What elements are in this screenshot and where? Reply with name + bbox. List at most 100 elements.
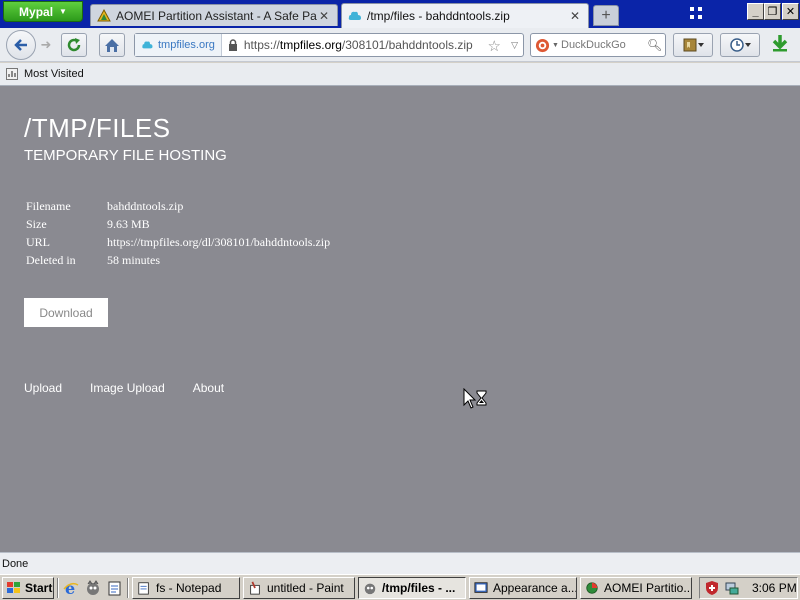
site-identity-label: tmpfiles.org xyxy=(158,39,215,51)
taskbar-button-paint[interactable]: untitled - Paint xyxy=(243,577,355,599)
file-info-row: Filename bahddntools.zip xyxy=(26,199,330,217)
aomei-icon xyxy=(97,8,111,23)
bookmarks-button[interactable] xyxy=(673,33,713,57)
clock[interactable]: 3:06 PM xyxy=(752,581,797,595)
caret-down-icon: ▼ xyxy=(59,7,67,16)
paint-icon xyxy=(247,580,263,596)
file-info-label: URL xyxy=(26,235,50,249)
network-icon[interactable] xyxy=(724,580,740,596)
site-identity-box[interactable]: tmpfiles.org xyxy=(135,34,222,56)
file-info-label: Deleted in xyxy=(26,253,76,267)
search-bar[interactable]: ▼ DuckDuckGo 🔍︎ xyxy=(530,33,666,57)
close-window-button[interactable]: ✕ xyxy=(782,3,799,20)
file-url-link[interactable]: https://tmpfiles.org/dl/308101/bahddntoo… xyxy=(107,235,330,253)
bookmarks-toolbar: Most Visited xyxy=(0,63,800,86)
busy-cursor-icon xyxy=(463,388,487,409)
taskbar-button-label: AOMEI Partitio... xyxy=(604,581,692,595)
file-info-row: URL https://tmpfiles.org/dl/308101/bahdd… xyxy=(26,235,330,253)
file-info-label: Size xyxy=(26,217,47,231)
address-bar[interactable]: tmpfiles.org https://tmpfiles.org/308101… xyxy=(134,33,524,57)
forward-arrow-icon: ➜ xyxy=(40,37,52,52)
restore-button[interactable]: ❐ xyxy=(764,3,781,20)
shield-icon[interactable] xyxy=(704,580,720,596)
page-subtitle: TEMPORARY FILE HOSTING xyxy=(24,147,227,164)
bookmark-most-visited[interactable]: Most Visited xyxy=(6,68,84,80)
tab-strip: Mypal ▼ AOMEI Partition Assistant - A Sa… xyxy=(0,0,800,28)
file-info-value: 9.63 MB xyxy=(107,217,150,231)
tab-title: AOMEI Partition Assistant - A Safe Parti… xyxy=(116,8,317,23)
close-icon: ✕ xyxy=(785,6,796,18)
caret-down-icon: ▼ xyxy=(552,41,559,49)
appearance-icon xyxy=(473,580,489,596)
cloud-icon xyxy=(142,41,153,49)
reload-icon xyxy=(67,38,81,52)
url-text[interactable]: https://tmpfiles.org/308101/bahddntools.… xyxy=(244,38,473,52)
ie-icon[interactable]: e xyxy=(62,579,80,597)
about-link[interactable]: About xyxy=(193,381,224,395)
notepad-icon xyxy=(136,580,152,596)
start-label: Start xyxy=(25,581,53,595)
back-arrow-icon xyxy=(14,39,27,51)
duckduckgo-icon xyxy=(535,38,550,52)
browser-icon xyxy=(362,580,378,596)
image-upload-link[interactable]: Image Upload xyxy=(90,381,165,395)
download-arrow-icon xyxy=(772,35,788,52)
new-tab-button[interactable]: + xyxy=(593,5,619,26)
home-button[interactable] xyxy=(99,33,125,57)
taskbar-separator xyxy=(57,578,59,598)
taskbar-button-label: untitled - Paint xyxy=(267,581,344,595)
tab-title: /tmp/files - bahddntools.zip xyxy=(367,9,510,23)
navigation-toolbar: ➜ tmpfiles.org https://tmpfiles.org/3081… xyxy=(0,28,800,62)
file-info-label: Filename xyxy=(26,199,71,213)
mypal-browser-icon[interactable] xyxy=(84,579,102,597)
svg-text:e: e xyxy=(65,580,75,596)
start-button[interactable]: Start xyxy=(2,577,54,599)
restore-icon: ❐ xyxy=(767,6,778,18)
tab-tmpfiles[interactable]: /tmp/files - bahddntools.zip ✕ xyxy=(341,3,589,28)
bookmark-label: Most Visited xyxy=(24,68,84,80)
file-info-value: 58 minutes xyxy=(107,253,160,267)
cloud-icon xyxy=(348,9,362,23)
upload-link[interactable]: Upload xyxy=(24,381,62,395)
taskbar-button-appearance[interactable]: Appearance a... xyxy=(469,577,577,599)
file-info-row: Deleted in 58 minutes xyxy=(26,253,330,271)
lock-icon xyxy=(228,39,237,51)
bookmark-star-icon[interactable]: ☆ xyxy=(488,37,501,55)
downloads-button[interactable] xyxy=(770,33,794,57)
file-info-value: bahddntools.zip xyxy=(107,199,184,213)
forward-button[interactable]: ➜ xyxy=(36,33,56,57)
taskbar-button-aomei[interactable]: AOMEI Partitio... xyxy=(580,577,692,599)
page-title: /TMP/FILES xyxy=(24,113,171,143)
taskbar-button-notepad[interactable]: fs - Notepad xyxy=(132,577,240,599)
taskbar-separator xyxy=(127,578,129,598)
notepad-quicklaunch-icon[interactable] xyxy=(106,579,124,597)
list-all-tabs-icon[interactable] xyxy=(690,7,704,21)
tab-aomei[interactable]: AOMEI Partition Assistant - A Safe Parti… xyxy=(90,4,338,26)
back-button[interactable] xyxy=(6,30,36,60)
bookmarks-icon xyxy=(683,38,704,52)
dropdown-arrow-icon[interactable]: ▽ xyxy=(511,40,518,51)
close-icon[interactable]: ✕ xyxy=(317,9,331,23)
file-info-table: Filename bahddntools.zip Size 9.63 MB UR… xyxy=(26,199,330,271)
status-text: Done xyxy=(2,557,29,570)
home-icon xyxy=(105,38,119,52)
history-button[interactable] xyxy=(720,33,760,57)
plus-icon: + xyxy=(601,6,611,24)
status-bar: Done xyxy=(0,552,800,574)
most-visited-icon xyxy=(6,68,18,80)
footer-nav: Upload Image Upload About xyxy=(24,381,252,395)
search-engine-selector[interactable]: ▼ xyxy=(531,38,561,53)
taskbar-button-browser[interactable]: /tmp/files - ... xyxy=(358,577,466,599)
app-menu-label: Mypal xyxy=(19,4,54,19)
magnifier-icon[interactable]: 🔍︎ xyxy=(647,38,665,52)
download-button[interactable]: Download xyxy=(24,298,108,327)
search-input[interactable]: DuckDuckGo xyxy=(561,39,647,51)
windows-logo-icon xyxy=(7,582,20,593)
taskbar-button-label: Appearance a... xyxy=(493,581,577,595)
close-icon[interactable]: ✕ xyxy=(568,9,582,23)
minimize-button[interactable]: _ xyxy=(747,3,764,20)
app-menu-button[interactable]: Mypal ▼ xyxy=(3,1,83,22)
reload-button[interactable] xyxy=(61,33,87,57)
minimize-icon: _ xyxy=(752,5,759,18)
page-content: /TMP/FILES TEMPORARY FILE HOSTING Filena… xyxy=(0,86,800,552)
